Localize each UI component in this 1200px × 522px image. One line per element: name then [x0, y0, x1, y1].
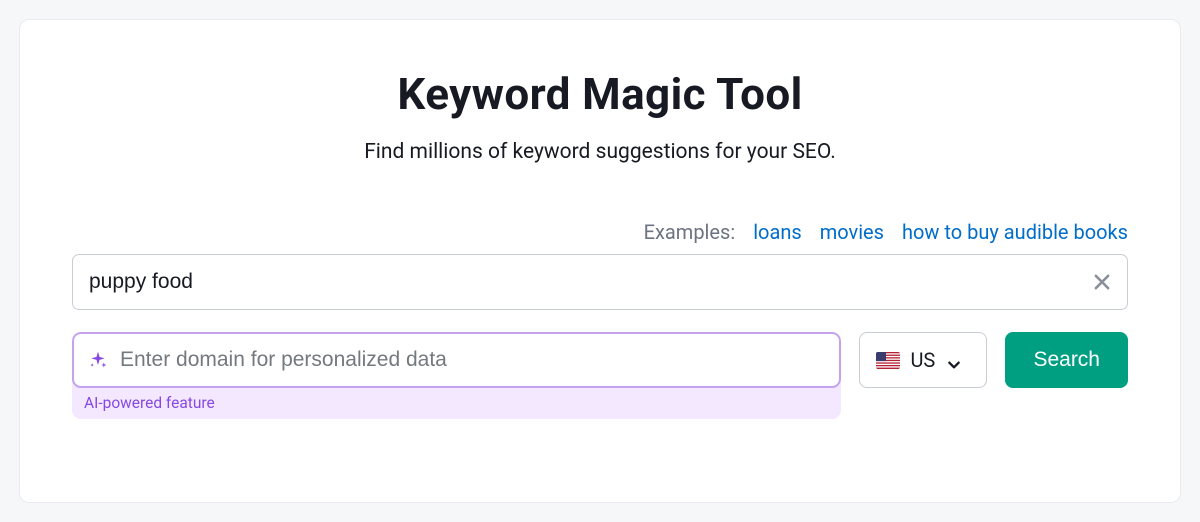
keyword-input-container[interactable] [72, 254, 1128, 310]
example-link-movies[interactable]: movies [820, 220, 884, 244]
domain-input-container[interactable] [72, 332, 841, 388]
examples-label: Examples: [644, 220, 736, 244]
ai-feature-badge: AI-powered feature [72, 388, 841, 419]
keyword-input[interactable] [89, 270, 1093, 294]
country-selector[interactable]: US [859, 332, 987, 388]
page-title: Keyword Magic Tool [72, 68, 1128, 120]
page-subtitle: Find millions of keyword suggestions for… [72, 140, 1128, 164]
chevron-down-icon [947, 353, 961, 367]
sparkle-icon [88, 350, 108, 370]
example-link-audible[interactable]: how to buy audible books [902, 220, 1128, 244]
search-button[interactable]: Search [1005, 332, 1128, 388]
examples-row: Examples: loans movies how to buy audibl… [72, 220, 1128, 244]
tool-card: Keyword Magic Tool Find millions of keyw… [19, 19, 1181, 503]
country-label: US [910, 348, 935, 372]
domain-input[interactable] [120, 348, 825, 372]
domain-block: AI-powered feature [72, 332, 841, 419]
clear-icon[interactable] [1093, 273, 1111, 291]
second-row: AI-powered feature US [72, 332, 1128, 419]
example-link-loans[interactable]: loans [753, 220, 802, 244]
us-flag-icon [876, 352, 900, 369]
